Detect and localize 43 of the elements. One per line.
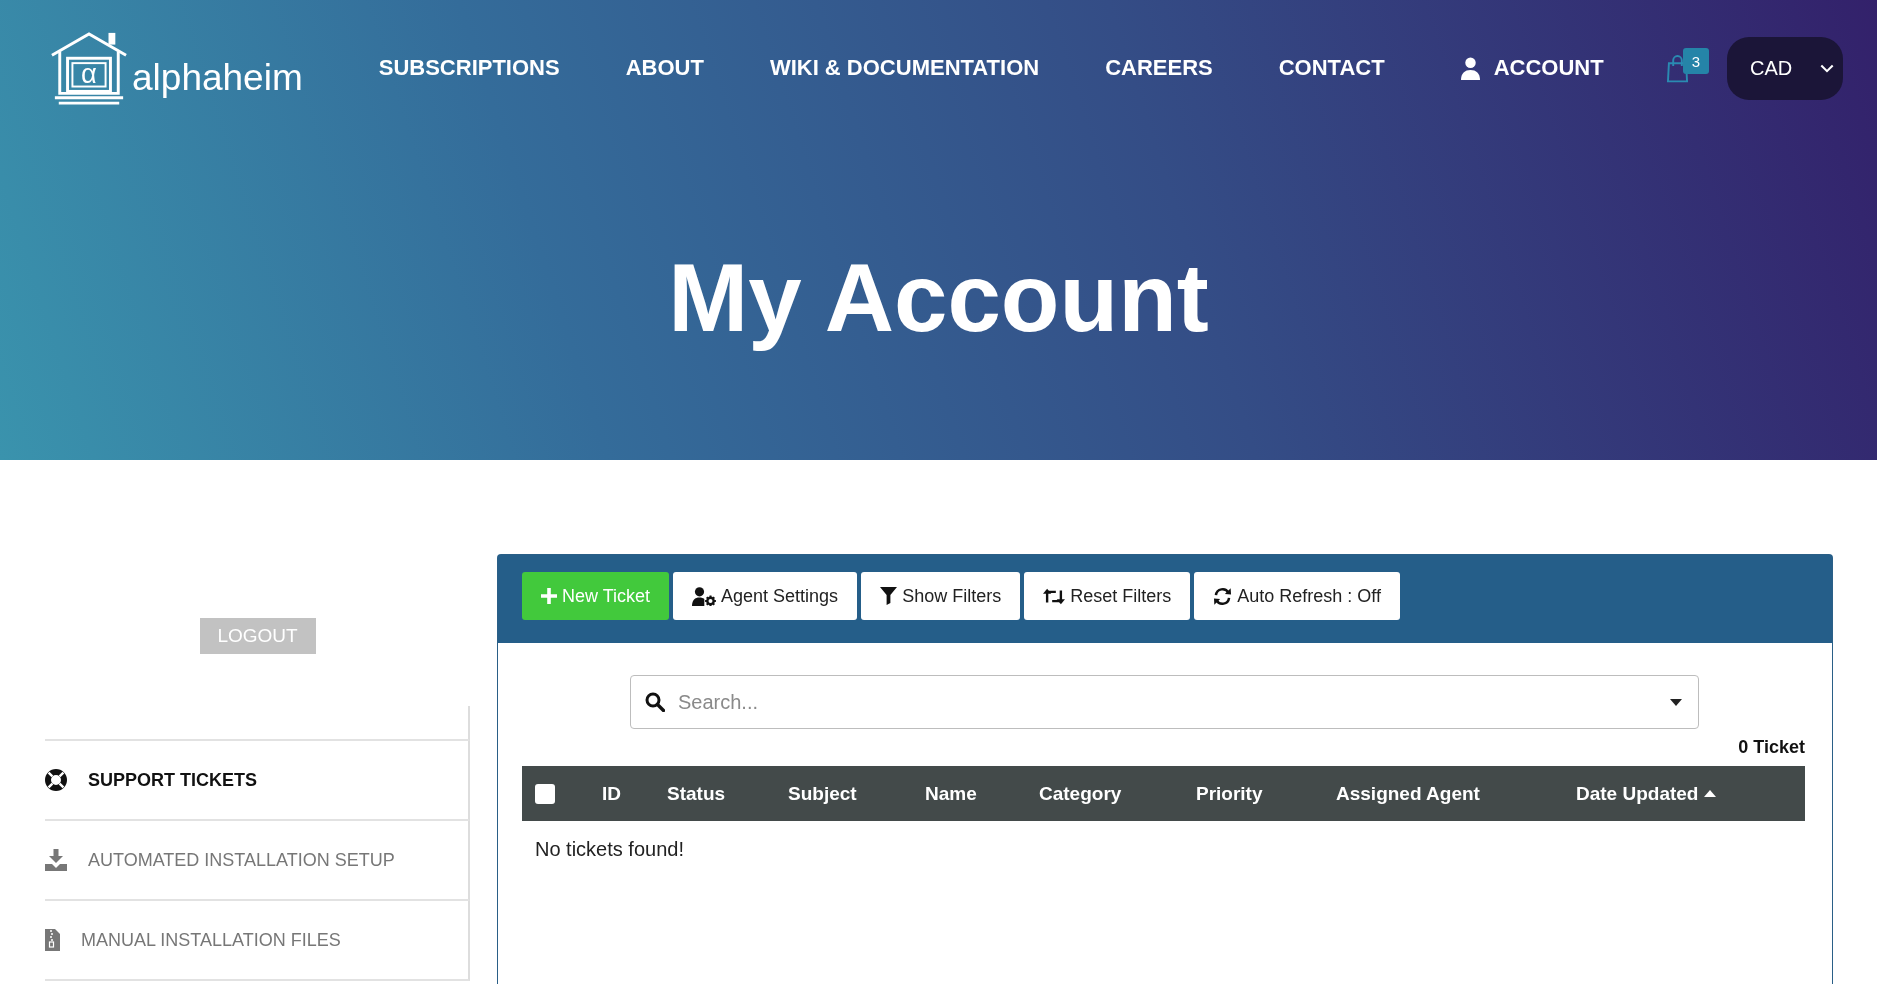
toolbar-button[interactable]: Agent Settings bbox=[673, 572, 858, 620]
lifebuoy-icon bbox=[45, 769, 67, 791]
column-header[interactable]: Priority bbox=[1196, 782, 1263, 805]
refresh-icon bbox=[1213, 586, 1233, 606]
nav-link[interactable]: ABOUT bbox=[625, 55, 704, 81]
sidebar-item[interactable]: AUTOMATED INSTALLATION SETUP bbox=[45, 821, 470, 901]
toolbar-button[interactable]: Reset Filters bbox=[1024, 572, 1191, 620]
toolbar-button[interactable]: Auto Refresh : Off bbox=[1194, 572, 1400, 620]
caret-down-icon[interactable] bbox=[1670, 698, 1682, 706]
empty-message: No tickets found! bbox=[534, 837, 685, 861]
nav-link[interactable]: CAREERS bbox=[1105, 55, 1213, 81]
column-header[interactable]: Category bbox=[1039, 782, 1122, 805]
sidebar-item[interactable]: SUPPORT TICKETS bbox=[45, 741, 470, 821]
user-icon bbox=[1460, 56, 1480, 80]
column-header[interactable]: Status bbox=[667, 782, 726, 805]
nav-link[interactable]: CONTACT bbox=[1278, 55, 1385, 81]
currency-dropdown[interactable]: CAD bbox=[1727, 36, 1843, 100]
repeat-arrows-icon bbox=[1043, 587, 1066, 605]
shopping-bag-icon[interactable] bbox=[1667, 53, 1688, 83]
select-all-checkbox[interactable] bbox=[535, 783, 555, 804]
download-icon bbox=[45, 849, 67, 871]
column-header[interactable]: Name bbox=[925, 782, 977, 805]
zip-file-icon bbox=[45, 929, 60, 951]
ticket-count: 0 Ticket bbox=[1737, 737, 1805, 758]
sidebar-item[interactable]: MANUAL INSTALLATION FILES bbox=[45, 901, 470, 981]
column-header[interactable]: Date Updated bbox=[1576, 782, 1699, 805]
page-title: My Account bbox=[668, 242, 1209, 353]
column-header[interactable]: Assigned Agent bbox=[1336, 782, 1480, 805]
funnel-icon bbox=[880, 587, 898, 605]
search-icon bbox=[645, 692, 665, 712]
nav-link[interactable]: SUBSCRIPTIONS bbox=[378, 55, 560, 81]
column-header[interactable]: Subject bbox=[788, 782, 857, 805]
toolbar-button[interactable]: Show Filters bbox=[861, 572, 1021, 620]
user-gear-icon bbox=[692, 586, 717, 606]
search-box[interactable]: Search... bbox=[630, 675, 1699, 729]
column-header[interactable]: ID bbox=[602, 782, 621, 805]
account-link[interactable]: ACCOUNT bbox=[1460, 55, 1604, 81]
nav-link[interactable]: WIKI & DOCUMENTATION bbox=[769, 55, 1040, 81]
logo-wordmark[interactable]: alphaheim bbox=[132, 40, 303, 96]
chevron-down-icon bbox=[1820, 63, 1834, 73]
cart-count-badge: 3 bbox=[1683, 48, 1709, 74]
plus-icon bbox=[541, 588, 557, 604]
search-field[interactable]: Search... bbox=[678, 690, 1657, 714]
